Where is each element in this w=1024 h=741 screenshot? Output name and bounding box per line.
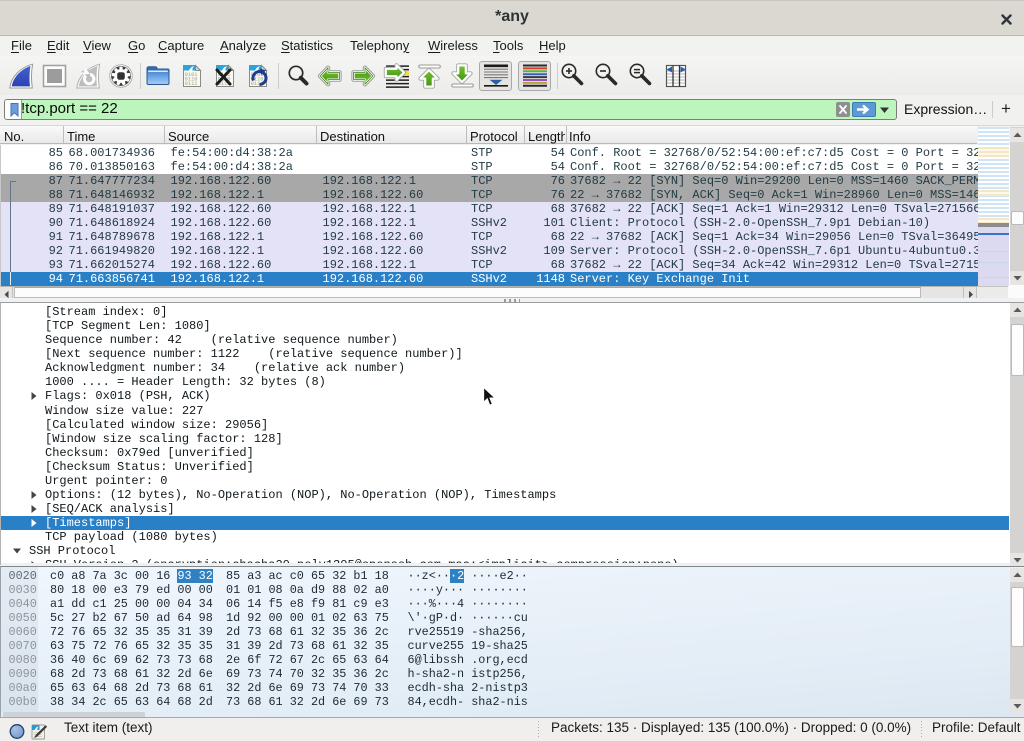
svg-text:0111: 0111 <box>185 81 198 87</box>
